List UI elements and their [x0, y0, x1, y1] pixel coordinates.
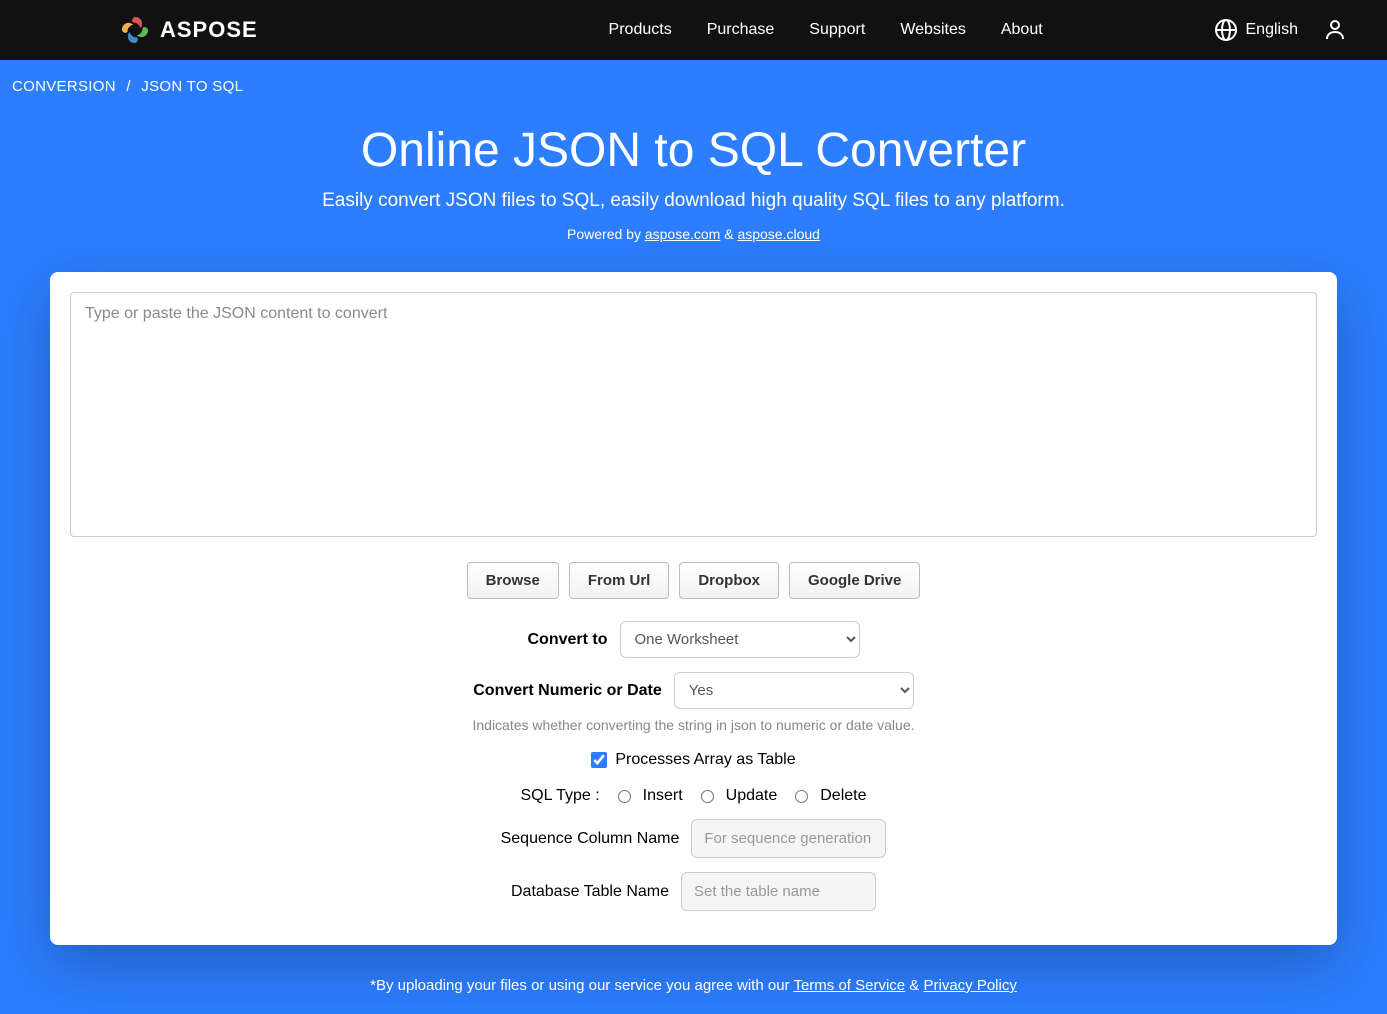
convert-to-select[interactable]: One Worksheet: [620, 621, 860, 658]
page-title: Online JSON to SQL Converter: [0, 123, 1387, 178]
logo-swirl-icon: [120, 15, 150, 45]
terms-of-service-link[interactable]: Terms of Service: [793, 977, 905, 994]
user-icon[interactable]: [1323, 18, 1347, 42]
sql-type-delete-radio[interactable]: [795, 790, 808, 803]
browse-button[interactable]: Browse: [467, 562, 559, 599]
sql-type-update-radio[interactable]: [701, 790, 714, 803]
language-label: English: [1246, 21, 1298, 39]
nav-purchase[interactable]: Purchase: [707, 21, 775, 39]
powered-amp: &: [720, 226, 737, 242]
table-name-input[interactable]: [681, 872, 876, 911]
array-table-row: Processes Array as Table: [70, 751, 1317, 769]
sequence-label: Sequence Column Name: [501, 830, 680, 848]
privacy-policy-link[interactable]: Privacy Policy: [923, 977, 1016, 994]
powered-by: Powered by aspose.com & aspose.cloud: [0, 226, 1387, 242]
terms-notice: *By uploading your files or using our se…: [0, 965, 1387, 1014]
array-table-checkbox[interactable]: [591, 752, 607, 768]
numeric-date-hint: Indicates whether converting the string …: [70, 717, 1317, 733]
nav-websites[interactable]: Websites: [900, 21, 966, 39]
notice-amp: &: [905, 977, 923, 994]
hero: Online JSON to SQL Converter Easily conv…: [0, 113, 1387, 262]
numeric-date-select[interactable]: Yes: [674, 672, 914, 709]
powered-prefix: Powered by: [567, 226, 645, 242]
json-input[interactable]: [70, 292, 1317, 537]
sql-type-insert-label: Insert: [643, 787, 683, 805]
sql-type-insert-radio[interactable]: [618, 790, 631, 803]
notice-prefix: *By uploading your files or using our se…: [370, 977, 793, 994]
numeric-date-label: Convert Numeric or Date: [473, 682, 662, 700]
language-selector[interactable]: English: [1214, 18, 1298, 42]
header: ASPOSE Products Purchase Support Website…: [0, 0, 1387, 60]
nav-products[interactable]: Products: [609, 21, 672, 39]
sql-type-update-label: Update: [726, 787, 778, 805]
numeric-date-row: Convert Numeric or Date Yes: [70, 672, 1317, 709]
header-right: English: [1214, 18, 1347, 42]
convert-to-label: Convert to: [528, 631, 608, 649]
logo-text: ASPOSE: [160, 17, 258, 43]
breadcrumb-conversion[interactable]: CONVERSION: [12, 78, 116, 95]
page-subtitle: Easily convert JSON files to SQL, easily…: [0, 190, 1387, 212]
breadcrumb-json-to-sql[interactable]: JSON TO SQL: [141, 78, 243, 95]
convert-to-row: Convert to One Worksheet: [70, 621, 1317, 658]
nav-about[interactable]: About: [1001, 21, 1043, 39]
sql-type-delete-label: Delete: [820, 787, 866, 805]
sql-type-label: SQL Type :: [520, 787, 599, 805]
table-name-row: Database Table Name: [70, 872, 1317, 911]
google-drive-button[interactable]: Google Drive: [789, 562, 920, 599]
sql-type-row: SQL Type : Insert Update Delete: [70, 787, 1317, 805]
from-url-button[interactable]: From Url: [569, 562, 670, 599]
breadcrumb-separator: /: [126, 78, 130, 95]
globe-icon: [1214, 18, 1238, 42]
array-table-label: Processes Array as Table: [615, 751, 795, 769]
table-name-label: Database Table Name: [511, 883, 669, 901]
logo[interactable]: ASPOSE: [120, 15, 258, 45]
nav-support[interactable]: Support: [809, 21, 865, 39]
aspose-cloud-link[interactable]: aspose.cloud: [737, 226, 820, 242]
sequence-input[interactable]: [691, 819, 886, 858]
aspose-com-link[interactable]: aspose.com: [645, 226, 720, 242]
sequence-row: Sequence Column Name: [70, 819, 1317, 858]
breadcrumb: CONVERSION / JSON TO SQL: [0, 60, 1387, 113]
main-nav: Products Purchase Support Websites About: [609, 21, 1043, 39]
source-buttons: Browse From Url Dropbox Google Drive: [70, 562, 1317, 599]
converter-card: Browse From Url Dropbox Google Drive Con…: [50, 272, 1337, 945]
dropbox-button[interactable]: Dropbox: [679, 562, 779, 599]
